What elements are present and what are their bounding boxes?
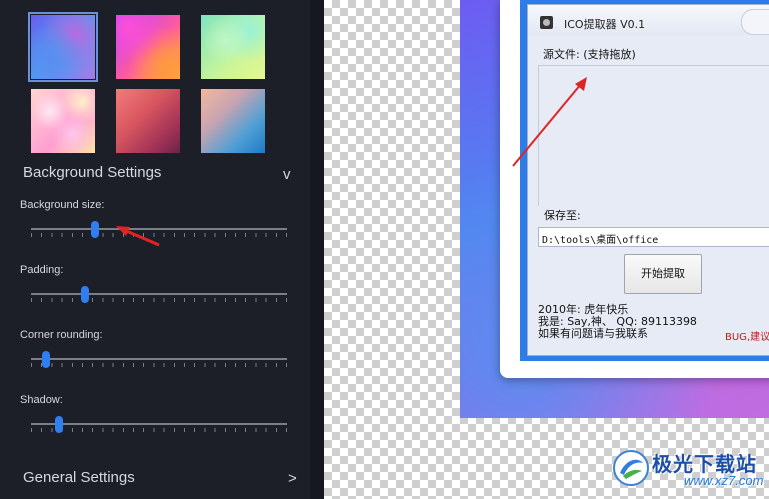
window-title: ICO提取器 V0.1 xyxy=(564,18,646,31)
padding-label: Padding: xyxy=(20,264,64,276)
watermark-url: www.xz7.com xyxy=(684,473,764,488)
bug-note: BUG,建议 xyxy=(725,332,769,343)
slider-track xyxy=(31,228,287,230)
save-to-label: 保存至: xyxy=(544,209,581,222)
background-settings-title[interactable]: Background Settings xyxy=(23,164,161,181)
background-size-label: Background size: xyxy=(20,199,105,211)
background-thumbnail-2[interactable] xyxy=(116,15,180,79)
slider-thumb[interactable] xyxy=(55,416,64,433)
slider-thumb[interactable] xyxy=(42,351,51,368)
chevron-down-icon[interactable]: v xyxy=(283,166,291,183)
settings-panel: Background Settings v Background size: P… xyxy=(0,0,310,499)
close-button[interactable] xyxy=(741,9,769,35)
slider-track xyxy=(31,423,287,425)
background-thumbnail-5[interactable] xyxy=(116,89,180,153)
chevron-right-icon[interactable]: > xyxy=(288,470,297,487)
background-thumbnail-3[interactable] xyxy=(201,15,265,79)
slider-track xyxy=(31,293,287,295)
ico-extractor-window: ICO提取器 V0.1 ✕ 源文件: (支持拖放) 保存至: D:\tools\… xyxy=(527,4,769,356)
slider-ticks xyxy=(31,298,287,302)
save-path-field[interactable]: D:\tools\桌面\office xyxy=(538,227,769,247)
shadow-label: Shadow: xyxy=(20,394,63,406)
background-thumbnail-4[interactable] xyxy=(31,89,95,153)
slider-ticks xyxy=(31,233,287,237)
slider-track xyxy=(31,358,287,360)
slider-ticks xyxy=(31,363,287,367)
info-line-contact: 如果有问题请与我联系 xyxy=(538,327,648,340)
general-settings-title[interactable]: General Settings xyxy=(23,469,135,486)
source-file-label: 源文件: (支持拖放) xyxy=(543,48,636,61)
background-thumbnail-1[interactable] xyxy=(28,12,98,82)
aurora-logo-icon xyxy=(613,450,649,486)
start-extract-button[interactable]: 开始提取 xyxy=(624,254,702,294)
corner-rounding-slider[interactable] xyxy=(31,351,287,373)
corner-rounding-label: Corner rounding: xyxy=(20,329,103,341)
gear-icon xyxy=(540,16,553,29)
slider-thumb[interactable] xyxy=(91,221,99,238)
file-drop-area[interactable] xyxy=(538,65,769,206)
slider-ticks xyxy=(31,428,287,432)
panel-divider xyxy=(310,0,324,499)
padding-slider[interactable] xyxy=(31,286,287,308)
background-size-slider[interactable] xyxy=(31,221,287,243)
window-titlebar: ICO提取器 V0.1 ✕ xyxy=(528,5,769,35)
shadow-slider[interactable] xyxy=(31,416,287,438)
background-thumbnail-6[interactable] xyxy=(201,89,265,153)
slider-thumb[interactable] xyxy=(80,286,89,303)
